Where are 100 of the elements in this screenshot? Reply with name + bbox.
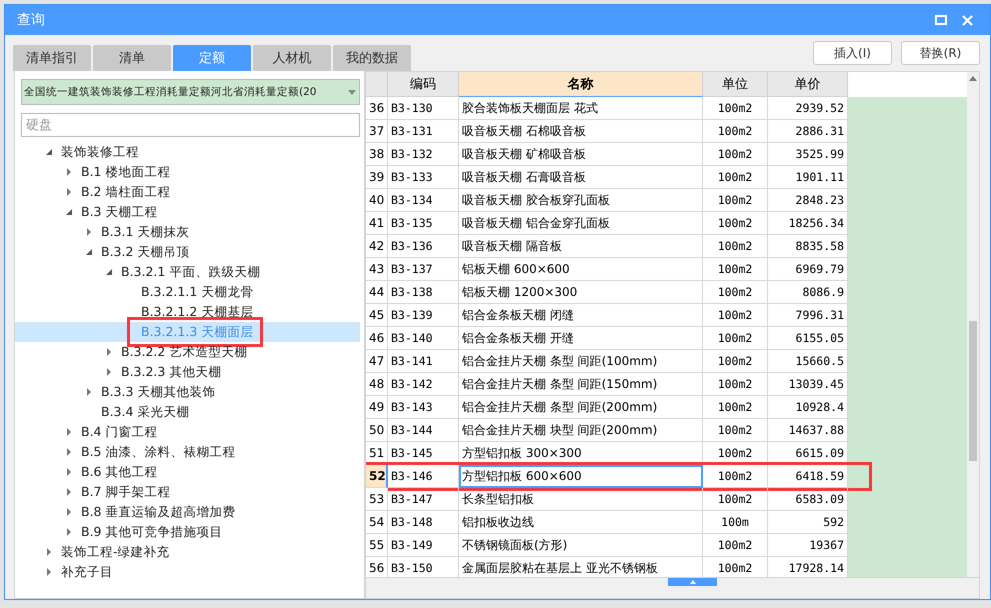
table-cell: 方型铝扣板 600×600	[459, 465, 703, 488]
table-cell: 铝合金挂片天棚 条型 间距(200mm)	[459, 396, 703, 419]
row-number[interactable]: 37	[366, 120, 388, 143]
vertical-scrollbar[interactable]	[967, 72, 979, 577]
table-cell: 胶合装饰板天棚面层 花式	[459, 97, 703, 120]
collapsed-caret-icon[interactable]	[65, 428, 73, 436]
collapsed-caret-icon[interactable]	[105, 348, 113, 356]
column-header[interactable]: 名称	[459, 72, 703, 97]
row-number[interactable]: 40	[366, 189, 388, 212]
tree-label: B.3.3 天棚其他装饰	[101, 384, 216, 400]
horizontal-scrollbar[interactable]	[366, 577, 979, 598]
search-field[interactable]: 硬盘	[21, 113, 360, 137]
row-number[interactable]: 46	[366, 327, 388, 350]
tree-item[interactable]: 装饰工程-绿建补充	[15, 542, 360, 562]
insert-button[interactable]: 插入(I)	[813, 41, 892, 65]
scrollbar-thumb[interactable]	[969, 321, 977, 461]
collapsed-caret-icon[interactable]	[65, 448, 73, 456]
collapsed-caret-icon[interactable]	[45, 548, 53, 556]
expanded-caret-icon[interactable]	[45, 148, 53, 156]
row-number[interactable]: 50	[366, 419, 388, 442]
tree-item[interactable]: 装饰装修工程	[15, 142, 360, 162]
tree-item[interactable]: B.3.2.1.2 天棚基层	[15, 302, 360, 322]
tree-item[interactable]: B.1 楼地面工程	[15, 162, 360, 182]
table-cell: 铝板天棚 1200×300	[459, 281, 703, 304]
tree-item[interactable]: B.5 油漆、涂料、裱糊工程	[15, 442, 360, 462]
table-cell: 100m2	[703, 373, 768, 396]
table-cell: 100m2	[703, 442, 768, 465]
tab[interactable]: 人材机	[253, 45, 331, 71]
expanded-caret-icon[interactable]	[85, 248, 93, 256]
row-number[interactable]: 52	[366, 465, 388, 488]
row-number[interactable]: 43	[366, 258, 388, 281]
tree-item[interactable]: B.3.2.1 平面、跌级天棚	[15, 262, 360, 282]
row-number[interactable]: 48	[366, 373, 388, 396]
library-select[interactable]: 全国统一建筑装饰装修工程消耗量定额河北省消耗量定额(20	[21, 79, 360, 105]
tree-label: B.4 门窗工程	[81, 424, 158, 440]
collapsed-caret-icon[interactable]	[85, 388, 93, 396]
tab[interactable]: 清单	[93, 45, 171, 71]
table-cell: 长条型铝扣板	[459, 488, 703, 511]
replace-button[interactable]: 替换(R)	[901, 41, 980, 65]
row-number[interactable]: 55	[366, 534, 388, 557]
tree-label: B.2 墙柱面工程	[81, 184, 170, 200]
table-cell: 100m2	[703, 97, 768, 120]
tree-item[interactable]: B.3.4 采光天棚	[15, 402, 360, 422]
table-cell: 100m2	[703, 327, 768, 350]
column-header[interactable]: 单价	[768, 72, 848, 97]
table-cell: 吸音板天棚 铝合金穿孔面板	[459, 212, 703, 235]
table-cell: 吸音板天棚 石膏吸音板	[459, 166, 703, 189]
row-number[interactable]: 54	[366, 511, 388, 534]
tree-item[interactable]: B.3.1 天棚抹灰	[15, 222, 360, 242]
tab[interactable]: 我的数据	[333, 45, 411, 71]
column-header[interactable]: 单位	[703, 72, 768, 97]
collapsed-caret-icon[interactable]	[65, 508, 73, 516]
row-number[interactable]: 38	[366, 143, 388, 166]
scroll-up-icon[interactable]	[969, 76, 977, 81]
tree-label: B.1 楼地面工程	[81, 164, 170, 180]
table-cell: 100m2	[703, 143, 768, 166]
tree-item[interactable]: B.3.2.1.1 天棚龙骨	[15, 282, 360, 302]
scroll-up-icon[interactable]	[690, 580, 696, 584]
row-number[interactable]: 45	[366, 304, 388, 327]
tree-item[interactable]: B.7 脚手架工程	[15, 482, 360, 502]
column-header[interactable]: 编码	[388, 72, 459, 97]
expanded-caret-icon[interactable]	[65, 208, 73, 216]
tree-item[interactable]: B.2 墙柱面工程	[15, 182, 360, 202]
tree-label: B.6 其他工程	[81, 464, 158, 480]
table-cell: B3-144	[388, 419, 459, 442]
tree-item[interactable]: 补充子目	[15, 562, 360, 582]
tree-item[interactable]: B.3.2.3 其他天棚	[15, 362, 360, 382]
collapsed-caret-icon[interactable]	[105, 368, 113, 376]
row-number[interactable]: 47	[366, 350, 388, 373]
row-number[interactable]: 44	[366, 281, 388, 304]
collapsed-caret-icon[interactable]	[85, 228, 93, 236]
collapsed-caret-icon[interactable]	[65, 188, 73, 196]
table-cell: 100m2	[703, 488, 768, 511]
collapsed-caret-icon[interactable]	[65, 528, 73, 536]
tree-item[interactable]: B.9 其他可竞争措施项目	[15, 522, 360, 542]
tree-item[interactable]: B.3.2.2 艺术造型天棚	[15, 342, 360, 362]
row-number[interactable]: 49	[366, 396, 388, 419]
collapsed-caret-icon[interactable]	[65, 168, 73, 176]
collapsed-caret-icon[interactable]	[45, 568, 53, 576]
tree-item[interactable]: B.3.2 天棚吊顶	[15, 242, 360, 262]
table-cell: 100m2	[703, 419, 768, 442]
window-title: 查询	[17, 11, 46, 29]
expanded-caret-icon[interactable]	[105, 268, 113, 276]
table-cell: B3-141	[388, 350, 459, 373]
collapsed-caret-icon[interactable]	[65, 488, 73, 496]
row-number[interactable]: 39	[366, 166, 388, 189]
row-number[interactable]: 42	[366, 235, 388, 258]
table-cell: 100m	[703, 511, 768, 534]
row-number[interactable]: 41	[366, 212, 388, 235]
table-cell: B3-147	[388, 488, 459, 511]
tree-item[interactable]: B.4 门窗工程	[15, 422, 360, 442]
tree-item[interactable]: B.3.3 天棚其他装饰	[15, 382, 360, 402]
tree-item[interactable]: B.3 天棚工程	[15, 202, 360, 222]
row-number[interactable]: 36	[366, 97, 388, 120]
collapsed-caret-icon[interactable]	[65, 468, 73, 476]
dropdown-caret-icon	[348, 90, 356, 94]
row-number[interactable]: 53	[366, 488, 388, 511]
tree-item[interactable]: B.6 其他工程	[15, 462, 360, 482]
tree-item[interactable]: B.8 垂直运输及超高增加费	[15, 502, 360, 522]
tab[interactable]: 清单指引	[13, 45, 91, 71]
